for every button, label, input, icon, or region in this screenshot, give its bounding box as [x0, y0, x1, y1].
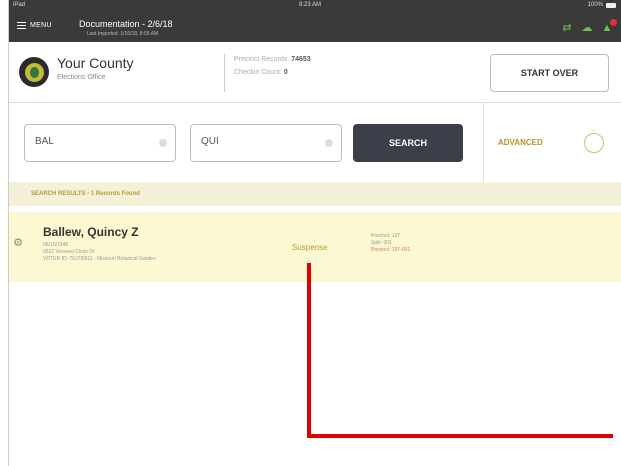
clear-last-name-icon[interactable]: [159, 139, 167, 147]
advanced-label: ADVANCED: [498, 138, 543, 147]
checkin-count-value: 0: [283, 69, 288, 76]
last-name-field[interactable]: [24, 124, 176, 162]
voter-precinct: Precinct: 197: [371, 233, 401, 239]
voter-address: 9522 Veswesi Circle Dr: [43, 249, 95, 255]
county-seal-logo: [19, 57, 49, 87]
annotation-line-horizontal: [307, 434, 613, 438]
last-imported: Last Imported: 1/16/18, 8:55 AM: [87, 31, 159, 37]
voter-assigned-precinct: Precinct: 197-001: [371, 247, 411, 253]
voter-name: Ballew, Quincy Z: [43, 225, 139, 239]
empty-content-area: [9, 282, 621, 466]
search-divider: [483, 102, 484, 182]
start-over-button[interactable]: START OVER: [490, 54, 609, 92]
checkin-count: Checkin Count: 0: [234, 69, 288, 76]
document-title: Documentation - 2/6/18: [79, 19, 173, 29]
result-row[interactable]: ⚙ Ballew, Quincy Z 06/10/1948 9522 Veswe…: [9, 212, 621, 282]
battery-icon: [606, 2, 616, 8]
search-button[interactable]: SEARCH: [353, 124, 463, 162]
top-bar: iPad 8:23 AM 100% MENU Documentation - 2…: [9, 0, 621, 42]
county-subtitle: Elections Office: [57, 74, 106, 81]
notification-badge: [610, 19, 617, 26]
battery-percent: 100%: [587, 2, 603, 8]
status-right: 100%: [588, 2, 616, 8]
gear-icon[interactable]: ⚙: [12, 237, 24, 249]
precinct-records: Precinct Records: 74653: [234, 56, 311, 63]
top-icons: ⇄ ☁ ▲: [560, 19, 617, 34]
menu-button[interactable]: MENU: [17, 22, 52, 29]
voter-split: Split: 001: [371, 240, 392, 246]
app-window: iPad 8:23 AM 100% MENU Documentation - 2…: [8, 0, 621, 466]
last-name-input[interactable]: [35, 136, 145, 147]
header-divider: [224, 54, 225, 92]
voter-status: Suspense: [292, 243, 328, 252]
signal-icon[interactable]: ▲: [600, 19, 617, 34]
clear-first-name-icon[interactable]: [325, 139, 333, 147]
cloud-icon[interactable]: ☁: [580, 22, 594, 34]
sync-icon[interactable]: ⇄: [560, 22, 574, 34]
first-name-input[interactable]: [201, 136, 311, 147]
first-name-field[interactable]: [190, 124, 342, 162]
hamburger-icon: [17, 22, 26, 29]
results-header: SEARCH RESULTS - 1 Records Found: [9, 182, 621, 206]
annotation-line-vertical: [307, 263, 311, 438]
status-carrier: iPad: [13, 2, 26, 8]
advanced-toggle[interactable]: [584, 133, 604, 153]
precinct-records-value: 74653: [291, 56, 311, 63]
county-name: Your County: [57, 55, 134, 71]
search-row: SEARCH ADVANCED: [9, 102, 621, 183]
results-count: SEARCH RESULTS - 1 Records Found: [31, 191, 140, 197]
county-header: Your County Elections Office Precinct Re…: [9, 42, 621, 103]
voter-id: VOTER ID: 7637/5811 - Missouri Botanical…: [43, 256, 156, 262]
status-time: 8:23 AM: [299, 2, 322, 8]
status-bar: iPad 8:23 AM 100%: [9, 0, 621, 11]
menu-label: MENU: [30, 22, 52, 29]
voter-dob: 06/10/1948: [43, 242, 69, 248]
